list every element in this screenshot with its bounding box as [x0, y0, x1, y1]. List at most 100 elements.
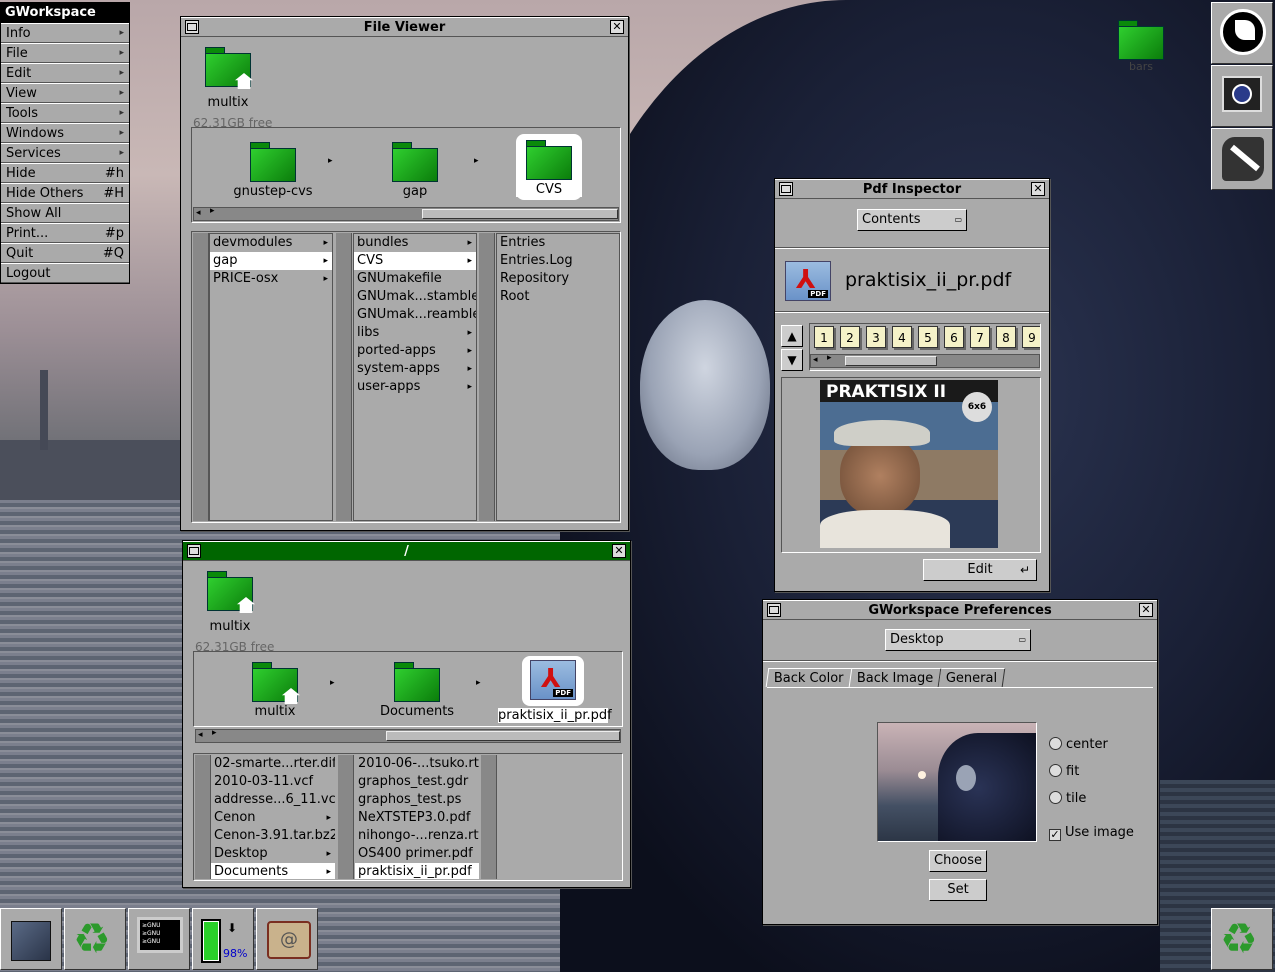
menu-item-edit[interactable]: Edit ▸	[1, 63, 129, 83]
browser-row[interactable]: Entries	[497, 234, 619, 252]
close-button[interactable]: ✕	[610, 20, 624, 34]
close-button[interactable]: ✕	[1031, 182, 1045, 196]
page-button[interactable]: 7	[970, 326, 990, 348]
menu-item-windows[interactable]: Windows ▸	[1, 123, 129, 143]
page-button[interactable]: 2	[840, 326, 860, 348]
menu-item-view[interactable]: View ▸	[1, 83, 129, 103]
tab-general[interactable]: General	[938, 668, 1006, 687]
browser-row[interactable]: PRICE-osx ▸	[210, 270, 332, 288]
browser-row[interactable]: GNUmak...reamble	[354, 306, 476, 324]
browser-row[interactable]: ported-apps ▸	[354, 342, 476, 360]
browser-row[interactable]: user-apps ▸	[354, 378, 476, 396]
browser-row[interactable]: addresse...6_11.vcf	[211, 791, 335, 809]
column-scrollbar[interactable]	[338, 755, 354, 879]
page-button[interactable]: 1	[814, 326, 834, 348]
column-scrollbar[interactable]	[479, 233, 495, 521]
edit-button[interactable]: Edit ↵	[923, 559, 1037, 581]
menu-item-info[interactable]: Info ▸	[1, 23, 129, 43]
dock-cabinet-icon[interactable]	[0, 908, 62, 970]
set-button[interactable]: Set	[929, 879, 987, 901]
page-button[interactable]: 4	[892, 326, 912, 348]
tab-back-color[interactable]: Back Color	[765, 668, 851, 687]
browser-row[interactable]: Cenon ▸	[211, 809, 335, 827]
browser-row[interactable]: Desktop ▸	[211, 845, 335, 863]
page-up-button[interactable]: ▲	[781, 325, 803, 347]
path-icon-cvs[interactable]: CVS	[516, 134, 582, 200]
menu-item-logout[interactable]: Logout	[1, 263, 129, 283]
menu-item-show-all[interactable]: Show All	[1, 203, 129, 223]
browser-row[interactable]: 2010-06-...tsuko.rtf	[355, 755, 479, 773]
column-scrollbar[interactable]	[195, 755, 211, 879]
browser-row[interactable]: GNUmak...stamble	[354, 288, 476, 306]
dock-tools-icon[interactable]	[1211, 128, 1273, 190]
page-button[interactable]: 3	[866, 326, 886, 348]
browser-row[interactable]: nihongo-...renza.rtf	[355, 827, 479, 845]
menu-item-tools[interactable]: Tools ▸	[1, 103, 129, 123]
dock-gworkspace-icon[interactable]	[1211, 2, 1273, 64]
scroll-knob[interactable]	[386, 731, 620, 741]
dock-monitor-icon[interactable]	[1211, 65, 1273, 127]
page-button[interactable]: 8	[996, 326, 1016, 348]
path-icon-multix[interactable]: multix	[230, 662, 320, 719]
close-button[interactable]: ✕	[1139, 603, 1153, 617]
browser-row[interactable]: graphos_test.ps	[355, 791, 479, 809]
radio-tile[interactable]: tile	[1049, 791, 1086, 806]
miniaturize-button[interactable]	[187, 544, 201, 558]
browser-row[interactable]: devmodules ▸	[210, 234, 332, 252]
menu-item-quit[interactable]: Quit #Q	[1, 243, 129, 263]
browser-row[interactable]: praktisix_ii_pr.pdf	[355, 863, 479, 879]
preferences-titlebar[interactable]: GWorkspace Preferences ✕	[763, 600, 1157, 620]
browser-row[interactable]: libs ▸	[354, 324, 476, 342]
path-icon-gnustep-cvs[interactable]: gnustep-cvs	[228, 142, 318, 199]
path-scrollbar[interactable]: ◂ ▸	[195, 728, 621, 743]
desktop-folder-icon[interactable]: bars	[1118, 20, 1168, 80]
browser-row[interactable]: gap ▸	[210, 252, 332, 270]
browser-row[interactable]: graphos_test.gdr	[355, 773, 479, 791]
dock-addressbook-icon[interactable]: @	[256, 908, 318, 970]
column-scrollbar[interactable]	[481, 755, 497, 879]
dock-recycle-icon[interactable]: ♻	[64, 908, 126, 970]
file-viewer-titlebar[interactable]: File Viewer ✕	[181, 17, 628, 37]
root-viewer-titlebar[interactable]: / ✕	[183, 541, 630, 561]
miniaturize-button[interactable]	[767, 603, 781, 617]
menu-item-print[interactable]: Print... #p	[1, 223, 129, 243]
pdf-inspector-titlebar[interactable]: Pdf Inspector ✕	[775, 179, 1049, 199]
miniaturize-button[interactable]	[779, 182, 793, 196]
browser-row[interactable]: 2010-03-11.vcf	[211, 773, 335, 791]
dock-battery-icon[interactable]: ⬇ 98%	[192, 908, 254, 970]
home-folder-icon[interactable]: multix	[205, 47, 255, 110]
home-folder-icon[interactable]: multix	[207, 571, 257, 634]
page-down-button[interactable]: ▼	[781, 349, 803, 371]
path-icon-gap[interactable]: gap	[370, 142, 460, 199]
browser-row[interactable]: GNUmakefile	[354, 270, 476, 288]
scroll-knob[interactable]	[422, 209, 618, 219]
prefs-popup[interactable]: Desktop ▭	[885, 629, 1031, 651]
inspector-popup[interactable]: Contents ▭	[857, 209, 967, 231]
path-scrollbar[interactable]: ◂ ▸	[193, 206, 619, 221]
browser-row[interactable]: CVS ▸	[354, 252, 476, 270]
browser-row[interactable]: system-apps ▸	[354, 360, 476, 378]
browser-row[interactable]: OS400 primer.pdf	[355, 845, 479, 863]
browser-row[interactable]: Entries.Log	[497, 252, 619, 270]
radio-center[interactable]: center	[1049, 737, 1108, 752]
browser-row[interactable]: Cenon-3.91.tar.bz2	[211, 827, 335, 845]
browser-row[interactable]: bundles ▸	[354, 234, 476, 252]
tab-back-image[interactable]: Back Image	[848, 668, 942, 687]
pages-scrollbar[interactable]: ◂ ▸	[810, 353, 1040, 368]
path-icon-pdf[interactable]: ⅄ PDF praktisix_ii_pr.pdf	[498, 656, 612, 723]
dock-terminal-icon[interactable]: ≥GNU ≥GNU ≥GNU	[128, 908, 190, 970]
page-button[interactable]: 6	[944, 326, 964, 348]
miniaturize-button[interactable]	[185, 20, 199, 34]
page-button[interactable]: 9	[1022, 326, 1040, 348]
menu-item-hide-others[interactable]: Hide Others #H	[1, 183, 129, 203]
radio-fit[interactable]: fit	[1049, 764, 1079, 779]
browser-row[interactable]: Documents ▸	[211, 863, 335, 879]
page-button[interactable]: 5	[918, 326, 938, 348]
choose-button[interactable]: Choose	[929, 850, 987, 872]
browser-row[interactable]: Root	[497, 288, 619, 306]
browser-row[interactable]: Repository	[497, 270, 619, 288]
menu-item-file[interactable]: File ▸	[1, 43, 129, 63]
use-image-checkbox[interactable]: ✓ Use image	[1049, 825, 1134, 841]
column-scrollbar[interactable]	[193, 233, 209, 521]
close-button[interactable]: ✕	[612, 544, 626, 558]
